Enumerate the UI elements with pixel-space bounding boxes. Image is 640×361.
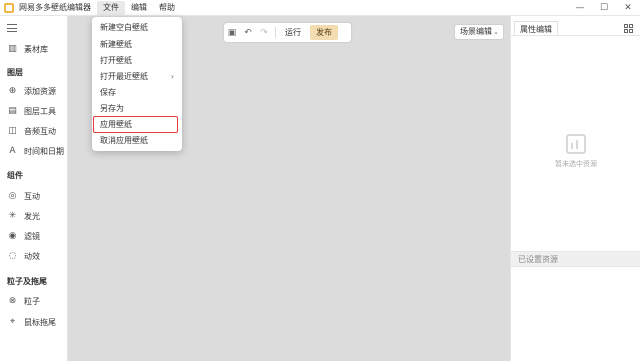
scene-edit-dropdown[interactable]: 场景编辑 ⌄ (454, 24, 504, 40)
effect-icon: ◌ (8, 251, 17, 261)
sidebar-item-layer-tools[interactable]: ▤ 图层工具 (7, 104, 56, 118)
sidebar-item-mouse-trail[interactable]: ⌖ 鼠标拖尾 (7, 315, 56, 329)
hamburger-menu-icon[interactable] (7, 24, 17, 35)
save-icon[interactable]: ▣ (224, 23, 240, 42)
menu-bar: 文件 编辑 帮助 (97, 0, 181, 15)
run-button[interactable]: 运行 (279, 25, 307, 40)
chevron-down-icon: ⌄ (493, 28, 499, 36)
editor-toolbar: ▣ ↶ ↷ 运行 发布 (224, 23, 351, 42)
sidebar-item-label: 图层工具 (24, 106, 56, 116)
window-controls: — ☐ ✕ (568, 0, 640, 16)
menu-item-new-blank[interactable]: 新建空白壁纸 (92, 20, 182, 36)
menu-item-label: 打开最近壁纸 (100, 72, 148, 81)
sidebar-item-label: 粒子 (24, 296, 40, 306)
sidebar-item-label: 动效 (24, 251, 40, 261)
chart-icon: ▤ (8, 106, 17, 116)
sidebar-item-label: 素材库 (24, 44, 48, 54)
empty-state-icon (566, 134, 586, 154)
menu-item-open[interactable]: 打开壁纸 (92, 53, 182, 69)
audio-icon: ◫ (8, 126, 17, 136)
sidebar-item-label: 音频互动 (24, 126, 56, 136)
sidebar-item-label: 鼠标拖尾 (24, 317, 56, 327)
menu-item-new[interactable]: 新建壁纸 (92, 37, 182, 53)
title-bar: 网易多多壁纸编辑器 文件 编辑 帮助 — ☐ ✕ (0, 0, 640, 16)
section-title-layers: 图层 (7, 68, 23, 77)
sidebar-item-audio[interactable]: ◫ 音频互动 (7, 124, 56, 138)
sidebar-item-effect[interactable]: ◌ 动效 (7, 249, 40, 263)
glow-icon: ✳ (8, 211, 17, 221)
menu-file[interactable]: 文件 (97, 0, 125, 15)
redo-icon[interactable]: ↷ (256, 23, 272, 42)
undo-icon[interactable]: ↶ (240, 23, 256, 42)
menu-help[interactable]: 帮助 (153, 1, 181, 15)
sidebar-item-label: 发光 (24, 211, 40, 221)
sidebar-item-label: 添加资源 (24, 86, 56, 96)
maximize-button[interactable]: ☐ (592, 0, 616, 16)
panel-divider (511, 35, 640, 36)
highlight-annotation-box (93, 116, 178, 133)
trail-icon: ⌖ (9, 317, 16, 327)
menu-item-save-as[interactable]: 另存为 (92, 101, 182, 117)
scene-edit-value: 场景编辑 (460, 27, 492, 36)
tab-properties[interactable]: 属性编辑 (514, 21, 558, 36)
plus-circle-icon: ⊕ (8, 86, 17, 96)
sidebar-item-label: 时间和日期 (24, 146, 64, 156)
properties-panel: 属性编辑 暂未选中资源 已设置资源 (510, 16, 640, 361)
minimize-button[interactable]: — (568, 0, 592, 16)
sidebar-item-particle[interactable]: ⊗ 粒子 (7, 294, 40, 308)
toolbar-divider (275, 27, 276, 38)
library-icon: ▥ (8, 44, 17, 54)
resource-section-header: 已设置资源 (511, 251, 640, 267)
menu-item-open-recent[interactable]: 打开最近壁纸 › (92, 69, 182, 85)
particle-icon: ⊗ (8, 296, 17, 306)
section-title-particles: 粒子及拖尾 (7, 277, 47, 286)
app-logo-icon (4, 2, 14, 13)
app-title: 网易多多壁纸编辑器 (19, 3, 91, 12)
text-icon: A (9, 146, 16, 156)
sidebar-item-interaction[interactable]: ◎ 互动 (7, 189, 40, 203)
close-button[interactable]: ✕ (616, 0, 640, 16)
menu-edit[interactable]: 编辑 (125, 1, 153, 15)
empty-state-text: 暂未选中资源 (555, 160, 597, 168)
menu-item-cancel-apply[interactable]: 取消应用壁纸 (92, 133, 182, 149)
chevron-right-icon: › (170, 72, 174, 81)
sidebar-item-add-resource[interactable]: ⊕ 添加资源 (7, 84, 56, 98)
publish-button[interactable]: 发布 (310, 25, 338, 40)
grid-icon[interactable] (624, 24, 633, 33)
interaction-icon: ◎ (8, 191, 17, 201)
sidebar-item-glow[interactable]: ✳ 发光 (7, 209, 40, 223)
filter-icon: ◉ (8, 231, 17, 241)
sidebar-item-label: 互动 (24, 191, 40, 201)
sidebar-item-label: 滤镜 (24, 231, 40, 241)
sidebar-item-datetime[interactable]: A 时间和日期 (7, 144, 64, 158)
sidebar-item-library[interactable]: ▥ 素材库 (7, 42, 48, 56)
section-title-components: 组件 (7, 171, 23, 180)
menu-item-save[interactable]: 保存 (92, 85, 182, 101)
left-sidebar: ▥ 素材库 图层 ⊕ 添加资源 ▤ 图层工具 ◫ 音频互动 A 时间和日期 组件… (0, 16, 68, 361)
sidebar-item-filter[interactable]: ◉ 滤镜 (7, 229, 40, 243)
